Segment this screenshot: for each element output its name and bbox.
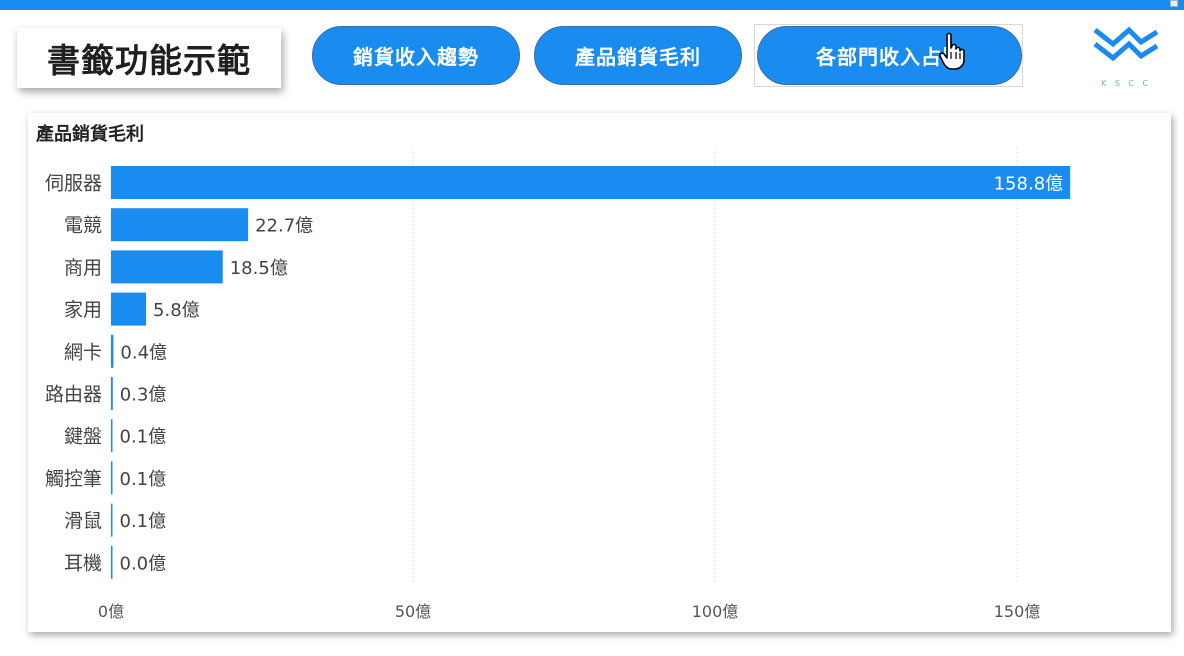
value-label: 5.8億 <box>153 300 200 321</box>
x-tick-label: 150億 <box>994 602 1041 621</box>
value-label: 0.0億 <box>120 553 167 574</box>
sales-trend-button[interactable]: 銷貨收入趨勢 <box>312 26 520 85</box>
value-label: 22.7億 <box>255 216 313 237</box>
bar-0[interactable] <box>111 166 1071 199</box>
value-label: 158.8億 <box>994 174 1064 195</box>
category-label: 滑鼠 <box>64 510 102 532</box>
bar-1[interactable] <box>111 208 249 242</box>
value-label: 0.1億 <box>120 427 167 448</box>
category-label: 耳機 <box>64 552 102 574</box>
x-tick-label: 100億 <box>692 602 739 621</box>
category-label: 路由器 <box>45 384 102 406</box>
value-label: 0.1億 <box>120 469 167 490</box>
value-label: 0.1億 <box>120 511 167 532</box>
bar-3[interactable] <box>111 292 147 326</box>
bar-8[interactable] <box>111 503 113 537</box>
value-label: 0.3億 <box>120 385 167 406</box>
bar-2[interactable] <box>111 250 223 284</box>
category-label: 電競 <box>64 215 102 237</box>
value-label: 18.5億 <box>230 258 288 279</box>
page-title: 書籤功能示範 <box>17 28 281 88</box>
window-handle[interactable] <box>1170 0 1178 7</box>
bar-7[interactable] <box>111 461 113 495</box>
hand-cursor-icon <box>939 32 965 70</box>
bar-chart: 0億 50億 100億 150億 伺服器 158.8億電競 22.7億商用 18.5億家用 5.… <box>45 148 1071 621</box>
chart-card: 0億 50億 100億 150億 伺服器 158.8億電競 22.7億商用 18.5億家用 5.… <box>28 113 1171 632</box>
logo-text: K S C C <box>1101 79 1151 88</box>
top-accent-bar <box>0 0 1184 10</box>
bar-9[interactable] <box>111 545 113 579</box>
kscc-logo: K S C C <box>1093 26 1159 88</box>
bar-6[interactable] <box>111 419 113 453</box>
value-label: 0.4億 <box>120 342 167 363</box>
department-share-button[interactable]: 各部門收入占比 <box>757 26 1022 85</box>
category-label: 商用 <box>64 257 102 279</box>
bar-5[interactable] <box>111 377 113 410</box>
product-margin-button[interactable]: 產品銷貨毛利 <box>534 26 742 85</box>
chart-title: 產品銷貨毛利 <box>36 124 144 145</box>
category-label: 網卡 <box>64 341 102 363</box>
category-label: 家用 <box>64 299 102 321</box>
grid-lines <box>412 148 1018 583</box>
category-label: 觸控筆 <box>45 468 102 490</box>
x-tick-label: 0億 <box>98 602 124 621</box>
bar-4[interactable] <box>111 334 114 368</box>
category-label: 伺服器 <box>45 173 102 195</box>
category-label: 鍵盤 <box>64 426 102 448</box>
x-tick-label: 50億 <box>395 602 431 621</box>
